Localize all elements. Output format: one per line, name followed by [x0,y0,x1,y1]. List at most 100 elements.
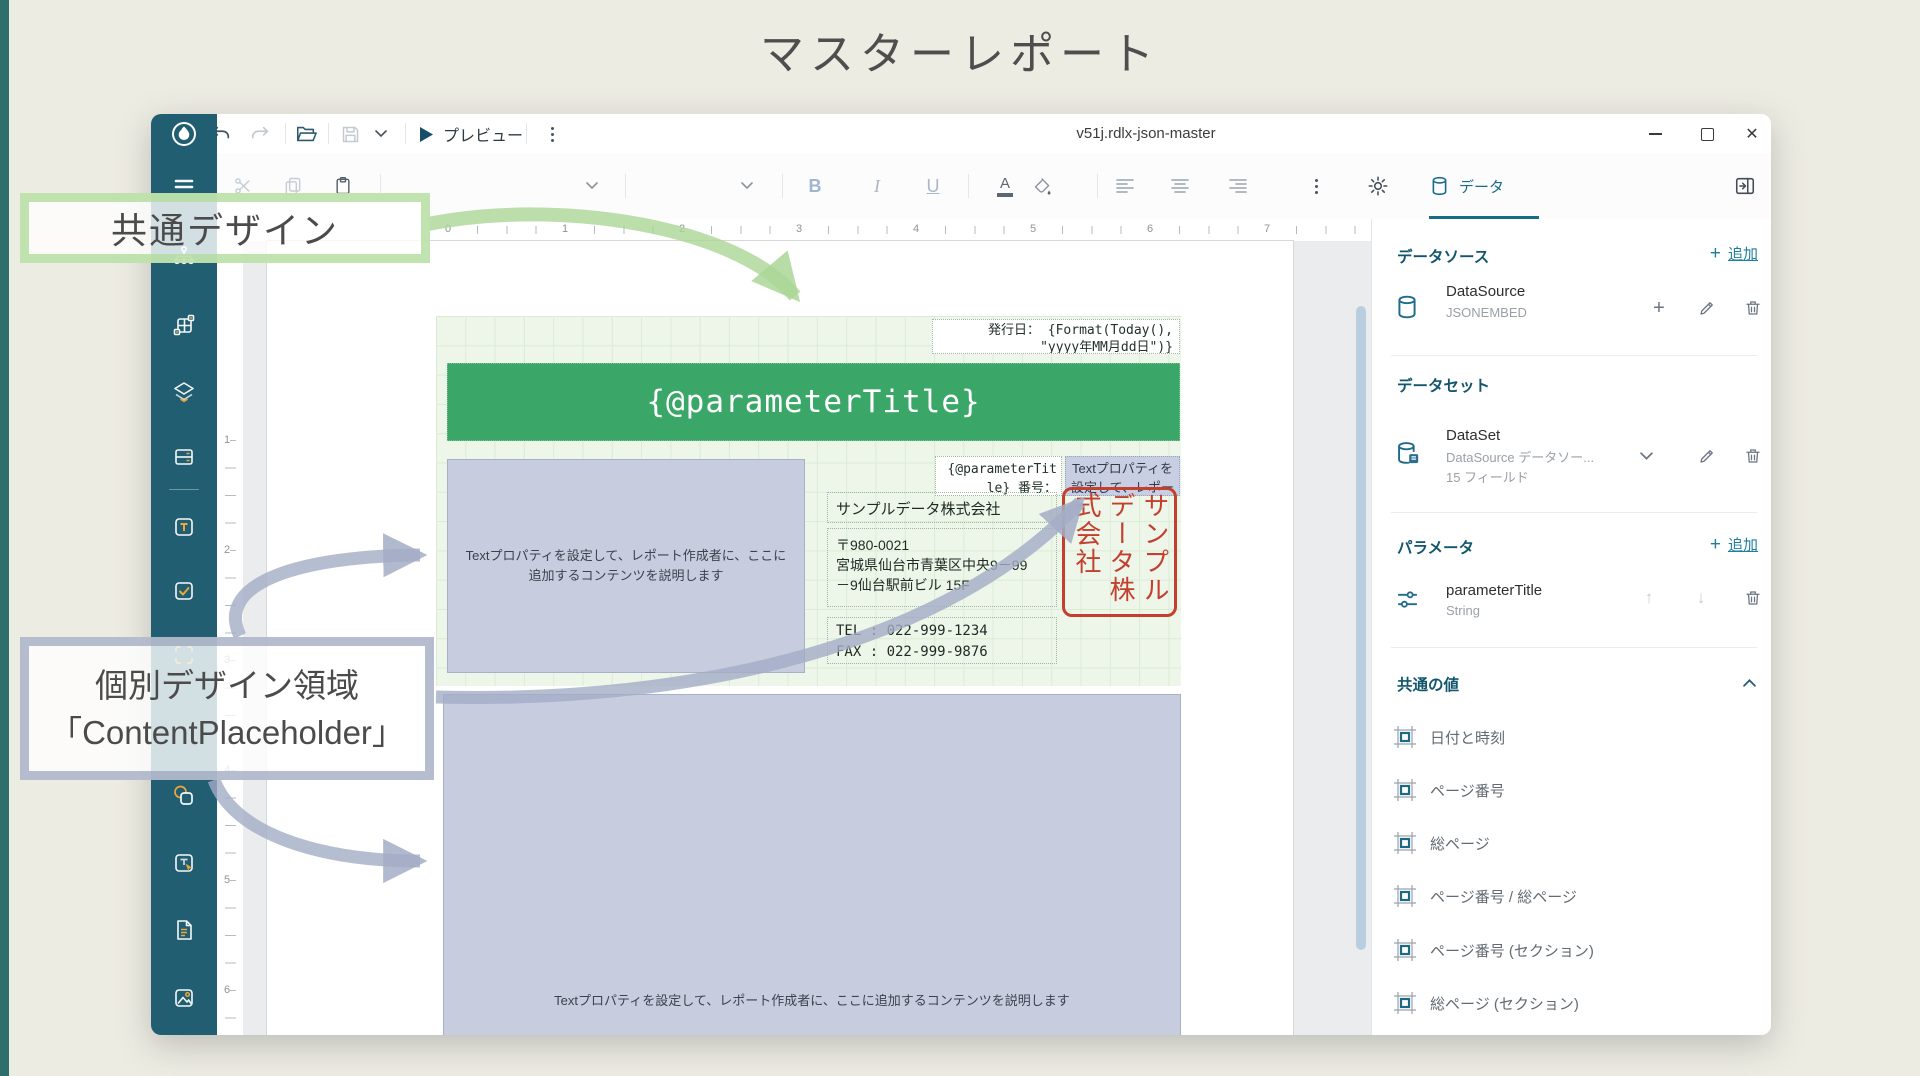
content-placeholder-1[interactable]: Textプロパティを設定して、レポート作成者に、ここに追加するコンテンツを説明し… [447,459,805,673]
company-seal-image[interactable]: サンプルデータ株式会社 [1062,487,1177,617]
font-family-dropdown[interactable] [583,173,601,199]
underline-button[interactable]: U [920,173,946,199]
field-box-icon [1393,884,1417,908]
field-box-icon [1393,831,1417,855]
tool-container[interactable] [171,444,197,470]
issue-date-line1: 発行日： {Format(Today(), [933,322,1173,339]
expand-dataset-button[interactable] [1635,445,1657,467]
edit-dataset-button[interactable] [1696,445,1718,467]
chevron-down-icon [375,130,387,138]
add-parameter-button[interactable]: + 追加 [1678,534,1758,555]
redo-button[interactable] [247,121,273,147]
more-options-button[interactable] [539,121,565,147]
move-down-button[interactable]: ↓ [1690,587,1712,609]
collapse-common-values-button[interactable] [1738,671,1760,693]
shapes-icon [171,783,197,809]
font-color-button[interactable]: A [992,173,1018,199]
align-left-button[interactable] [1112,173,1138,199]
settings-button[interactable] [1365,173,1391,199]
tool-shapes[interactable] [171,783,197,809]
ruler-number: 0 [441,223,455,235]
common-value-date-time[interactable]: 日付と時刻 [1393,724,1753,750]
divider [328,123,329,144]
panel-toggle-icon [1734,175,1756,197]
tool-richtext[interactable] [171,850,197,876]
divider [625,174,626,198]
content-placeholder-2[interactable]: Textプロパティを設定して、レポート作成者に、ここに追加するコンテンツを説明し… [443,694,1181,1035]
maximize-button[interactable] [1693,120,1721,148]
ruler-number: 3 [792,223,806,235]
tool-layers[interactable] [171,379,197,405]
tool-list[interactable] [171,917,197,943]
font-size-dropdown[interactable] [738,173,756,199]
parameter-type: String [1446,603,1480,618]
tool-checkbox[interactable] [171,578,197,604]
close-button[interactable]: ✕ [1738,120,1766,148]
tab-data-label: データ [1459,176,1504,197]
chevron-down-icon [1640,452,1653,461]
align-center-button[interactable] [1167,173,1193,199]
save-menu-button[interactable] [372,121,390,147]
tool-image[interactable] [171,985,197,1011]
common-value-total-pages-section[interactable]: 総ページ (セクション) [1393,990,1753,1016]
company-address-textbox[interactable]: 〒980-0021 宮城県仙台市青葉区中央9－99 －9仙台駅前ビル 15F [827,528,1057,607]
issue-date-textbox[interactable]: 発行日： {Format(Today(), "yyyy年MM月dd日")} [932,319,1180,354]
tab-data[interactable]: データ [1429,168,1504,204]
ruler-number: 5 [1026,223,1040,235]
ruler-number: 1 [224,431,230,449]
report-title-band[interactable]: {@parameterTitle} [447,363,1180,441]
divider [405,123,406,144]
edit-datasource-button[interactable] [1696,297,1718,319]
divider [1391,512,1757,513]
delete-dataset-button[interactable] [1742,445,1764,467]
divider [782,174,783,198]
minimize-button[interactable] [1641,120,1669,148]
datasource-name[interactable]: DataSource [1446,283,1525,300]
more-format-button[interactable] [1303,173,1329,199]
delete-parameter-button[interactable] [1742,587,1764,609]
fill-color-button[interactable] [1029,173,1055,199]
ruler-number: 5 [224,871,230,889]
divider [1391,647,1757,648]
company-phone-textbox[interactable]: TEL : 022-999-1234 FAX : 022-999-9876 [827,617,1057,664]
delete-datasource-button[interactable] [1742,297,1764,319]
move-up-button[interactable]: ↑ [1638,587,1660,609]
pencil-icon [1698,299,1716,317]
align-right-button[interactable] [1225,173,1251,199]
dataset-name[interactable]: DataSet [1446,427,1500,444]
common-value-page-number-section[interactable]: ページ番号 (セクション) [1393,937,1753,963]
save-button[interactable] [337,121,363,147]
redo-icon [249,123,271,145]
plus-icon: + [1710,535,1721,554]
issue-date-line2: "yyyy年MM月dd日")} [933,339,1173,354]
parameter-name[interactable]: parameterTitle [1446,582,1542,599]
param-number-textbox[interactable]: {@parameterTitle} 番号： [935,456,1062,496]
align-right-icon [1229,178,1247,194]
tool-textbox[interactable] [171,514,197,540]
open-file-button[interactable] [293,121,319,147]
kebab-icon [1315,179,1318,194]
common-value-page-of-total[interactable]: ページ番号 / 総ページ [1393,883,1753,909]
ruler-number: 2 [224,541,230,559]
company-name-textbox[interactable]: サンプルデータ株式会社 [827,492,1057,523]
dataset-source: DataSource データソー... [1446,447,1594,466]
callout-individual-line2: 「ContentPlaceholder」 [49,709,405,756]
app-logo[interactable] [151,114,217,153]
divider [169,489,199,490]
canvas-vertical-scrollbar[interactable] [1356,306,1366,950]
bold-button[interactable]: B [802,173,828,199]
postal-code: 〒980-0021 [836,535,1056,555]
common-value-page-number[interactable]: ページ番号 [1393,777,1753,803]
preview-button[interactable]: プレビュー [419,122,523,146]
fax-line: FAX : 022-999-9876 [836,642,1056,663]
add-datasource-button[interactable]: + 追加 [1678,243,1758,264]
dataset-icon [1394,440,1421,467]
italic-button[interactable]: I [864,173,890,199]
tool-table[interactable] [171,312,197,338]
collapse-panel-button[interactable] [1732,173,1758,199]
common-value-total-pages[interactable]: 総ページ [1393,830,1753,856]
add-dataset-button[interactable]: + [1648,297,1670,319]
container-icon [171,444,197,470]
richtext-icon [171,850,197,876]
callout-common-design-label: 共通デザイン [111,202,339,254]
